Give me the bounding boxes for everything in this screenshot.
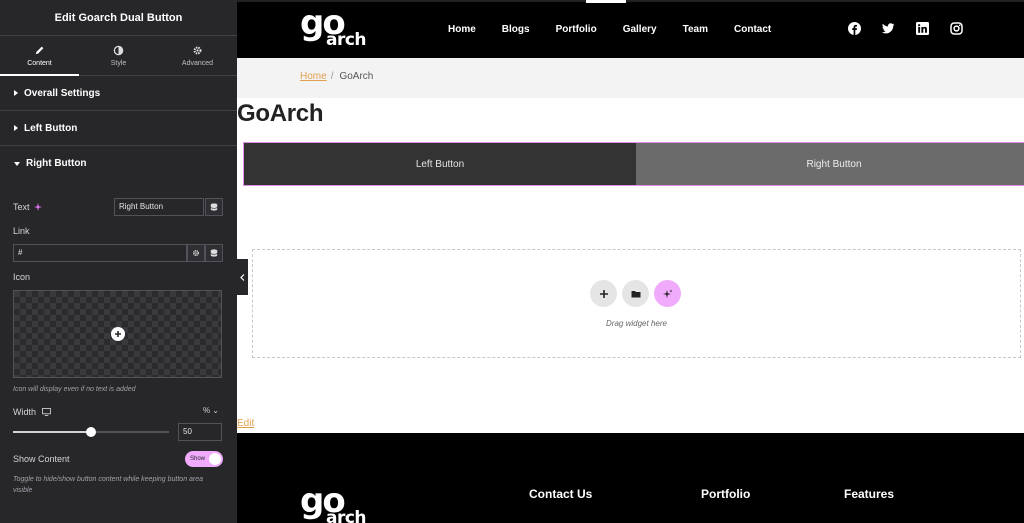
site-header: go arch Home Blogs Portfolio Gallery Tea…	[237, 0, 1024, 58]
page-title: GoArch	[237, 100, 324, 127]
breadcrumb-separator: /	[330, 71, 334, 82]
left-button[interactable]: Left Button	[244, 143, 636, 185]
width-input[interactable]: 50	[178, 423, 222, 441]
section-label: Left Button	[24, 122, 78, 134]
widget-dropzone[interactable]: Drag widget here	[252, 249, 1021, 358]
gear-icon	[193, 46, 202, 54]
nav-team[interactable]: Team	[683, 24, 708, 35]
icon-label: Icon	[13, 272, 31, 282]
breadcrumb-current: GoArch	[339, 71, 374, 82]
width-control: Width % ⌄	[13, 406, 223, 418]
plus-icon	[599, 289, 608, 298]
footer-heading-portfolio: Portfolio	[701, 487, 751, 501]
ai-sparkle-icon	[662, 289, 672, 298]
link-options-button[interactable]	[187, 244, 205, 262]
plus-icon	[110, 327, 125, 341]
social-links	[848, 22, 984, 35]
database-icon	[210, 203, 218, 211]
dynamic-tags-button[interactable]	[205, 244, 223, 262]
instagram-icon[interactable]	[950, 22, 963, 35]
add-section-button[interactable]	[590, 280, 617, 307]
nav-portfolio[interactable]: Portfolio	[556, 24, 597, 35]
section-label: Overall Settings	[24, 87, 101, 99]
caret-right-icon	[14, 125, 18, 131]
site-logo[interactable]: go arch	[300, 6, 367, 50]
panel-collapse-handle[interactable]	[237, 259, 248, 295]
caret-down-icon	[14, 161, 20, 166]
text-label: Text	[13, 202, 30, 212]
show-content-toggle[interactable]: Show	[185, 451, 223, 467]
nav-gallery[interactable]: Gallery	[623, 24, 657, 35]
chevron-left-icon	[240, 273, 245, 281]
show-content-help-text: Toggle to hide/show button content while…	[13, 476, 204, 494]
panel-tabs: Content Style Advanced	[0, 36, 237, 76]
right-button[interactable]: Right Button	[636, 143, 1024, 185]
ai-generate-button[interactable]	[654, 280, 681, 307]
icon-help-text: Icon will display even if no text is add…	[13, 386, 136, 393]
show-content-control: Show Content Show	[13, 451, 223, 467]
text-input[interactable]: Right Button	[114, 198, 204, 216]
unit-select[interactable]: % ⌄	[203, 406, 219, 415]
pencil-icon	[35, 46, 44, 54]
footer-logo[interactable]: go arch	[300, 484, 367, 523]
dropzone-text: Drag widget here	[606, 319, 667, 328]
tab-advanced[interactable]: Advanced	[158, 36, 237, 75]
dual-button-widget[interactable]: Left Button Right Button	[243, 142, 1024, 186]
dropzone-buttons	[590, 280, 686, 307]
nav-contact[interactable]: Contact	[734, 24, 771, 35]
breadcrumb-home[interactable]: Home	[300, 71, 327, 82]
gear-icon	[192, 249, 200, 257]
slider-fill	[13, 431, 91, 433]
desktop-icon[interactable]	[42, 408, 51, 416]
footer-heading-contact: Contact Us	[529, 487, 593, 501]
tab-style[interactable]: Style	[79, 36, 158, 75]
breadcrumb-bar: Home / GoArch	[237, 58, 1024, 98]
site-preview: go arch Home Blogs Portfolio Gallery Tea…	[237, 0, 1024, 523]
tab-advanced-label: Advanced	[181, 59, 214, 67]
ai-sparkle-icon[interactable]	[33, 203, 42, 211]
section-overall-settings[interactable]: Overall Settings	[0, 76, 237, 111]
caret-right-icon	[14, 90, 18, 96]
section-left-button[interactable]: Left Button	[0, 111, 237, 146]
slider-thumb[interactable]	[86, 427, 96, 437]
tab-content[interactable]: Content	[0, 36, 79, 76]
tab-content-label: Content	[27, 59, 52, 67]
icon-picker[interactable]	[13, 290, 222, 378]
breadcrumb: Home / GoArch	[300, 71, 373, 82]
show-content-label: Show Content	[13, 454, 70, 464]
database-icon	[210, 249, 218, 257]
twitter-icon[interactable]	[882, 22, 895, 35]
width-label: Width	[13, 407, 37, 417]
nav-home[interactable]: Home	[448, 24, 476, 35]
edit-link[interactable]: Edit	[237, 418, 254, 429]
link-control: #	[13, 244, 223, 262]
nav-blogs[interactable]: Blogs	[502, 24, 530, 35]
link-label: Link	[13, 226, 30, 236]
facebook-icon[interactable]	[848, 22, 861, 35]
linkedin-icon[interactable]	[916, 22, 929, 35]
dynamic-tags-button[interactable]	[205, 198, 223, 216]
section-right-button[interactable]: Right Button	[0, 146, 237, 181]
site-footer: go arch Contact Us Portfolio Features	[237, 433, 1024, 523]
main-nav: Home Blogs Portfolio Gallery Team Contac…	[448, 0, 797, 58]
editor-panel: Edit Goarch Dual Button Content Style Ad…	[0, 0, 237, 523]
width-slider[interactable]	[13, 427, 169, 437]
add-template-button[interactable]	[622, 280, 649, 307]
footer-heading-features: Features	[844, 487, 895, 501]
panel-title: Edit Goarch Dual Button	[0, 0, 237, 36]
tab-style-label: Style	[110, 59, 127, 67]
text-control: Text Right Button	[13, 198, 223, 216]
half-circle-icon	[113, 45, 124, 55]
section-label: Right Button	[26, 158, 87, 169]
folder-icon	[631, 290, 640, 297]
link-input[interactable]: #	[13, 244, 187, 262]
